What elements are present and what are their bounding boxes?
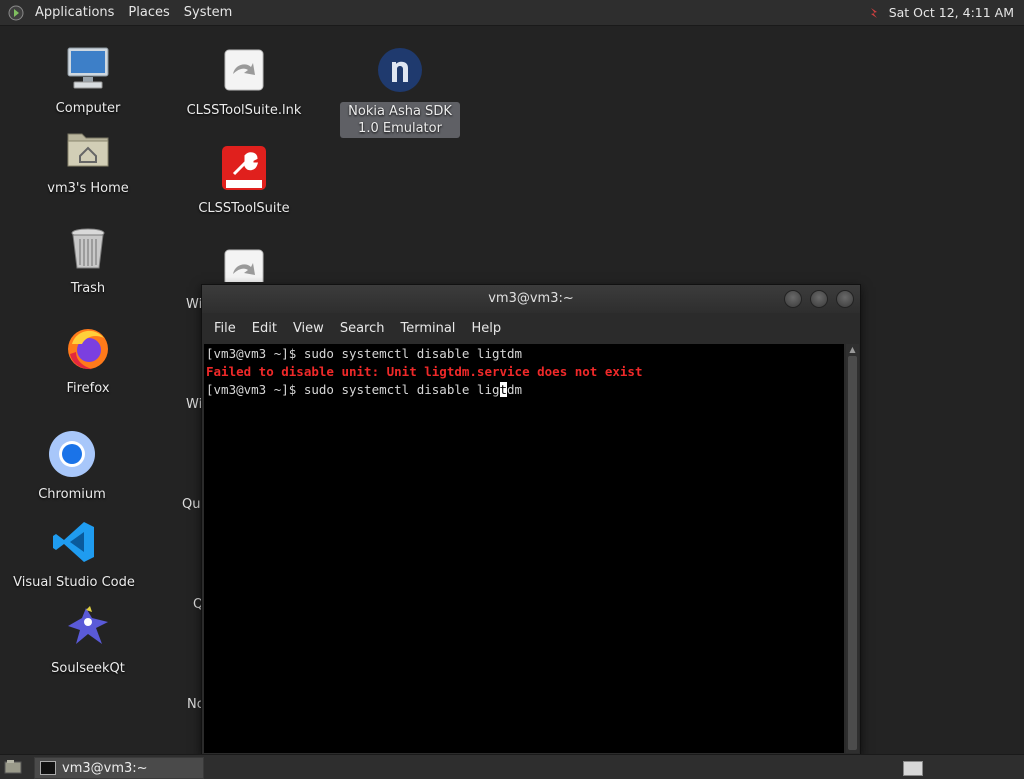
computer-icon <box>67 47 109 89</box>
link-icon <box>224 49 264 91</box>
nokia-icon <box>378 48 422 92</box>
terminal-line: [vm3@vm3 ~]$ sudo systemctl disable ligt… <box>206 346 523 361</box>
maximize-button[interactable] <box>810 290 828 308</box>
taskbar-label: vm3@vm3:~ <box>62 760 148 776</box>
home-folder-icon <box>67 133 109 167</box>
desktop-icon-clsstoolsuite-lnk[interactable]: CLSSToolSuite.lnk <box>179 46 309 119</box>
terminal-window[interactable]: vm3@vm3:~ File Edit View Search Terminal… <box>201 284 861 756</box>
firefox-icon <box>68 329 108 370</box>
terminal-line-text: dm <box>507 382 523 397</box>
vscode-icon <box>53 522 94 562</box>
clipped-desktop-label: Wi <box>186 397 203 412</box>
desktop-icon-label: Computer <box>55 101 121 116</box>
network-icon[interactable] <box>869 6 879 20</box>
desktop-icon-label: Trash <box>70 281 106 296</box>
desktop-icon-label: SoulseekQt <box>51 661 125 676</box>
menu-edit[interactable]: Edit <box>244 321 285 336</box>
desktop-icon-nokia-emulator[interactable]: Nokia Asha SDK 1.0 Emulator <box>335 46 465 138</box>
desktop-icon-label: vm3's Home <box>47 181 129 196</box>
desktop-icon-label: CLSSToolSuite.lnk <box>186 103 302 118</box>
soulseek-icon <box>68 606 108 644</box>
system-menu[interactable]: System <box>177 0 239 25</box>
terminal-icon <box>40 761 56 775</box>
desktop-icon-label: Firefox <box>66 381 110 396</box>
terminal-line-text: [vm3@vm3 ~]$ sudo systemctl disable lig <box>206 382 500 397</box>
trash-icon <box>71 228 105 269</box>
terminal-scrollbar[interactable]: ▲ <box>846 344 859 753</box>
chromium-icon <box>49 431 95 477</box>
desktop-icon-chromium[interactable]: Chromium <box>7 430 137 503</box>
menu-view[interactable]: View <box>285 321 332 336</box>
desktop-icon-computer[interactable]: Computer <box>23 44 153 117</box>
window-titlebar[interactable]: vm3@vm3:~ <box>202 285 860 313</box>
scroll-up-arrow-icon[interactable]: ▲ <box>848 345 857 354</box>
top-panel: Applications Places System Sat Oct 12, 4… <box>0 0 1024 26</box>
taskbar-terminal-button[interactable]: vm3@vm3:~ <box>34 757 204 779</box>
workspace-switcher[interactable] <box>903 761 923 776</box>
places-menu[interactable]: Places <box>121 0 176 25</box>
menu-file[interactable]: File <box>206 321 244 336</box>
scrollbar-thumb[interactable] <box>848 356 857 750</box>
desktop-icon-label: Chromium <box>38 487 106 502</box>
desktop-icon-vscode[interactable]: Visual Studio Code <box>9 518 139 591</box>
terminal-output[interactable]: [vm3@vm3 ~]$ sudo systemctl disable ligt… <box>204 344 844 753</box>
desktop-icon-clsstoolsuite[interactable]: CLSSToolSuite <box>179 144 309 217</box>
desktop-icon-label: CLSSToolSuite <box>198 201 290 216</box>
close-button[interactable] <box>836 290 854 308</box>
terminal-cursor: t <box>499 382 508 397</box>
clipped-desktop-label: Wi <box>186 297 203 312</box>
menu-help[interactable]: Help <box>463 321 509 336</box>
menu-terminal[interactable]: Terminal <box>392 321 463 336</box>
link-icon <box>224 249 264 282</box>
applications-menu[interactable]: Applications <box>28 0 121 25</box>
menu-search[interactable]: Search <box>332 321 393 336</box>
desktop-icon-trash[interactable]: Trash <box>23 224 153 297</box>
desktop-icon-home[interactable]: vm3's Home <box>23 124 153 197</box>
terminal-input-line: [vm3@vm3 ~]$ sudo systemctl disable ligt… <box>206 381 842 399</box>
bottom-panel: vm3@vm3:~ <box>0 754 1024 779</box>
desktop-icon-firefox[interactable]: Firefox <box>23 324 153 397</box>
desktop-icon-soulseek[interactable]: SoulseekQt <box>23 604 153 677</box>
desktop-icon-partial[interactable] <box>179 246 309 282</box>
window-title: vm3@vm3:~ <box>488 291 574 306</box>
desktop-icon-label: Nokia Asha SDK 1.0 Emulator <box>340 102 460 138</box>
terminal-error-line: Failed to disable unit: Unit ligtdm.serv… <box>206 364 643 379</box>
minimize-button[interactable] <box>784 290 802 308</box>
show-desktop-icon[interactable] <box>4 759 22 774</box>
desktop-icon-label: Visual Studio Code <box>13 575 135 590</box>
applications-logo-icon[interactable] <box>8 5 24 21</box>
terminal-menubar: File Edit View Search Terminal Help <box>202 313 860 343</box>
clock[interactable]: Sat Oct 12, 4:11 AM <box>883 5 1020 20</box>
honeywell-icon <box>222 146 266 190</box>
